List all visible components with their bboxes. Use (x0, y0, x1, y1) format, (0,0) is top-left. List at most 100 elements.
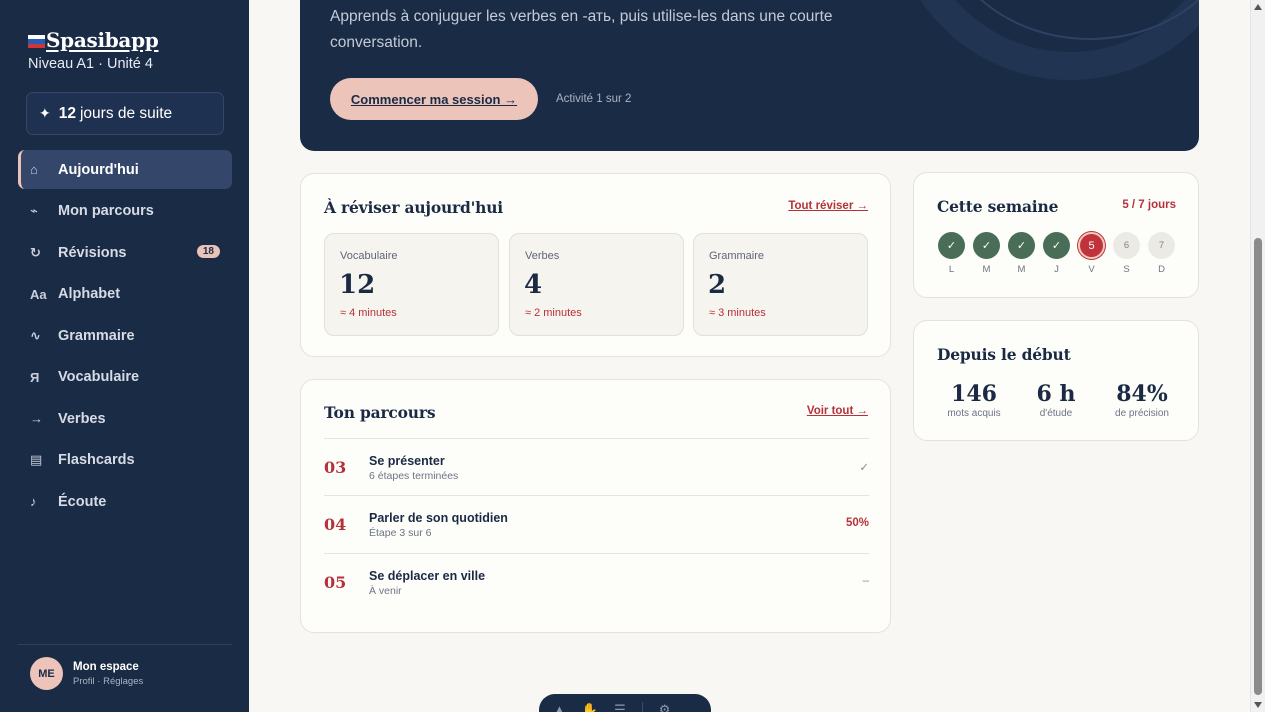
page-scrollbar[interactable] (1250, 0, 1265, 712)
tile-count: 12 (339, 270, 376, 300)
sparkle-icon: ✦ (39, 105, 51, 121)
sidebar-item-label: Révisions (58, 244, 127, 261)
sidebar-item-vocabulary[interactable]: Я Vocabulaire (18, 358, 232, 397)
streak-label: jours de suite (79, 104, 173, 122)
since-title: Depuis le début (937, 345, 1071, 364)
my-path-card: Ton parcours Voir tout → 03 Se présenter… (300, 379, 891, 633)
stat-label: d'étude (1039, 408, 1073, 419)
day-friday: 5 V (1078, 232, 1105, 275)
streak-count: 12 (58, 104, 76, 122)
scrollbar-thumb[interactable] (1254, 238, 1262, 695)
main-content: Apprends à conjuguer les verbes en -ать,… (249, 0, 1250, 712)
reviews-count-badge: 18 (196, 245, 220, 258)
level-label: Niveau A1 · Unité 4 (28, 56, 153, 72)
day-sunday: 7 D (1148, 232, 1175, 275)
day-dot: ✓ (1043, 232, 1070, 259)
review-tile-verbs[interactable]: Verbes 4 ≈ 2 minutes (509, 233, 684, 336)
sidebar-item-label: Aujourd'hui (58, 161, 139, 178)
check-icon: ✓ (859, 462, 869, 474)
sidebar: Spasibapp Niveau A1 · Unité 4 ✦ 12 jours… (0, 0, 249, 712)
review-tile-vocabulary[interactable]: Vocabulaire 12 ≈ 4 minutes (324, 233, 499, 336)
this-week-card: Cette semaine 5 / 7 jours ✓ L ✓ M ✓ M ✓ … (913, 172, 1199, 298)
sidebar-item-verbs[interactable]: → Verbes (18, 399, 232, 438)
alphabet-icon: Aa (30, 286, 47, 302)
day-label: M (982, 264, 991, 275)
see-all-link[interactable]: Voir tout → (807, 405, 868, 417)
hand-icon[interactable]: ✋ (582, 702, 598, 712)
day-dot: 5 (1078, 232, 1105, 259)
gear-icon[interactable]: ⚙ (659, 702, 671, 712)
list-item[interactable]: 03 Se présenter 6 étapes terminées ✓ (324, 438, 869, 495)
lesson-description: Apprends à conjuguer les verbes en -ать,… (330, 8, 833, 51)
review-tile-grammar[interactable]: Grammaire 2 ≈ 3 minutes (693, 233, 868, 336)
start-session-button[interactable]: Commencer ma session → (330, 78, 538, 120)
stat-label: mots acquis (947, 408, 1001, 419)
tile-duration: ≈ 3 minutes (709, 307, 766, 319)
sidebar-item-grammar[interactable]: ∿ Grammaire (18, 316, 232, 355)
sidebar-item-label: Grammaire (58, 327, 135, 344)
day-label: M (1017, 264, 1026, 275)
sidebar-item-listening[interactable]: ♪ Écoute (18, 482, 232, 521)
unit-status: – (862, 575, 869, 587)
unit-title: Se déplacer en ville (369, 569, 486, 583)
sidebar-divider (18, 644, 232, 645)
sidebar-item-label: Écoute (58, 493, 107, 510)
review-all-link[interactable]: Tout réviser → (788, 200, 868, 212)
list-item[interactable]: 04 Parler de son quotidien Étape 3 sur 6… (324, 495, 869, 552)
unit-subtitle: À venir (369, 585, 402, 597)
tile-label: Vocabulaire (340, 250, 398, 262)
day-monday: ✓ L (938, 232, 965, 275)
day-thursday: ✓ J (1043, 232, 1070, 275)
sidebar-item-flashcards[interactable]: ▤ Flashcards (18, 441, 232, 480)
account-menu[interactable]: ME Mon espace Profil · Réglages (30, 657, 143, 690)
unit-number: 03 (324, 458, 347, 477)
stat-value: 84% (1116, 381, 1168, 407)
day-label: D (1158, 264, 1165, 275)
arrow-right-icon: → (30, 411, 43, 426)
day-dot: ✓ (1008, 232, 1035, 259)
scroll-down-icon[interactable] (1254, 702, 1262, 708)
stat-accuracy: 84% de précision (1106, 381, 1178, 419)
sidebar-item-alphabet[interactable]: Aa Alphabet (18, 275, 232, 314)
sidebar-nav: ⌂ Aujourd'hui ⌁ Mon parcours ↻ Révisions… (18, 150, 232, 524)
path-icon: ⌁ (30, 203, 38, 218)
stat-value: 146 (951, 381, 997, 407)
since-start-card: Depuis le début 146 mots acquis 6 h d'ét… (913, 320, 1199, 441)
day-dot: ✓ (973, 232, 1000, 259)
home-icon: ⌂ (30, 162, 38, 177)
account-name: Mon espace (73, 660, 139, 673)
unit-number: 05 (324, 573, 347, 592)
avatar[interactable]: ME (30, 657, 63, 690)
sidebar-item-today[interactable]: ⌂ Aujourd'hui (18, 150, 232, 189)
unit-progress: 50% (845, 517, 869, 529)
refresh-icon: ↻ (30, 244, 41, 260)
sidebar-item-label: Mon parcours (58, 203, 154, 219)
sidebar-item-reviews[interactable]: ↻ Révisions 18 (18, 233, 232, 272)
brand-name[interactable]: Spasibapp (46, 28, 159, 52)
lesson-hero: Apprends à conjuguer les verbes en -ать,… (300, 0, 1199, 151)
activity-progress: Activité 1 sur 2 (556, 93, 632, 105)
stat-label: de précision (1115, 408, 1169, 419)
menu-icon[interactable]: ☰ (614, 702, 626, 712)
stat-value: 6 h (1036, 381, 1076, 407)
tile-duration: ≈ 2 minutes (525, 307, 582, 319)
day-label: J (1054, 264, 1059, 275)
day-wednesday: ✓ M (1008, 232, 1035, 275)
unit-title: Parler de son quotidien (369, 511, 508, 525)
cards-icon: ▤ (30, 452, 43, 467)
day-dot: 6 (1113, 232, 1140, 259)
sidebar-item-label: Alphabet (58, 286, 121, 302)
wave-icon: ∿ (30, 327, 41, 343)
account-subtitle: Profil · Réglages (73, 675, 144, 687)
tile-label: Verbes (525, 250, 560, 262)
tile-count: 2 (708, 270, 727, 300)
brand-logo[interactable]: Spasibapp (28, 28, 159, 52)
day-dot: ✓ (938, 232, 965, 259)
scroll-up-icon[interactable] (1254, 4, 1262, 10)
tool-icon[interactable]: ▲ (553, 702, 566, 712)
list-item[interactable]: 05 Se déplacer en ville À venir – (324, 553, 869, 610)
unit-title: Se présenter (369, 454, 445, 468)
day-saturday: 6 S (1113, 232, 1140, 275)
cyrillic-letter-icon: Я (30, 369, 40, 385)
sidebar-item-my-path[interactable]: ⌁ Mon parcours (18, 192, 232, 231)
